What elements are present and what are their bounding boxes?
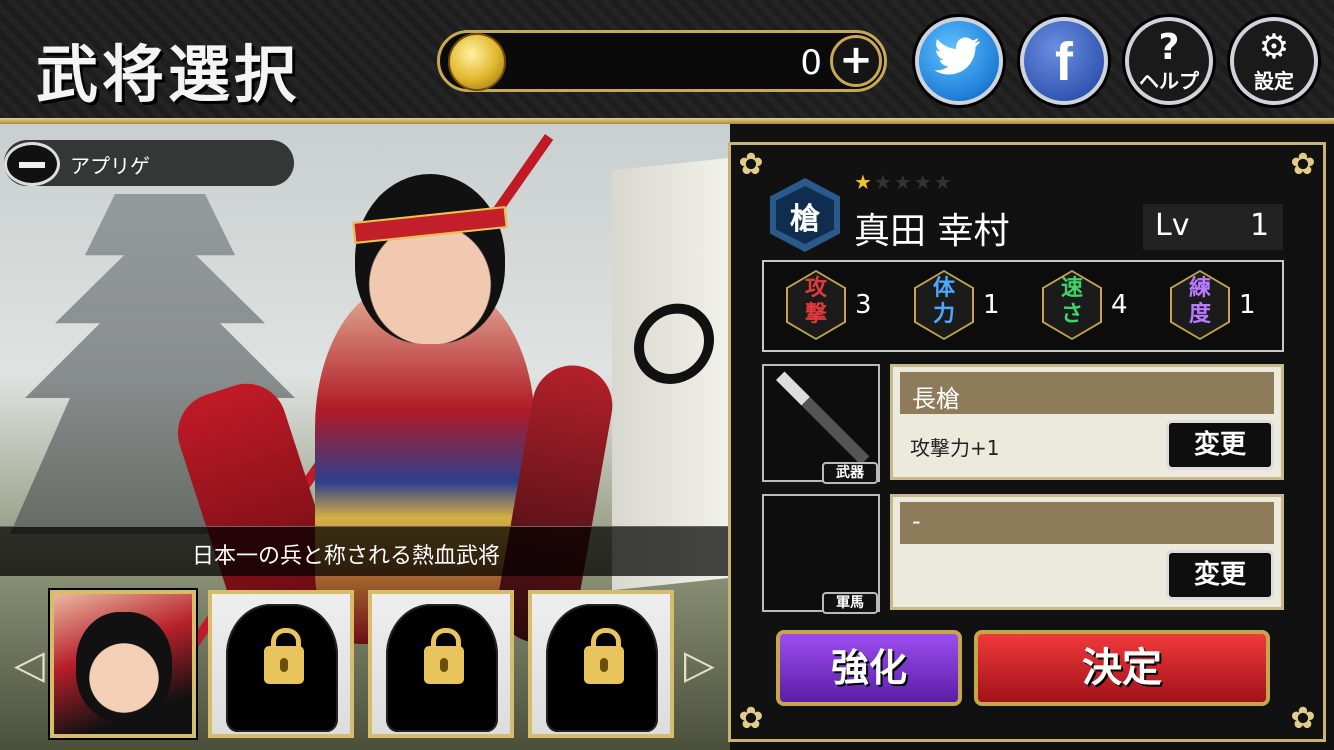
favorite-label: アプリゲ xyxy=(70,154,150,178)
settings-button[interactable]: ⚙ 設定 xyxy=(1230,17,1318,105)
roster-slot-2[interactable] xyxy=(208,590,354,738)
horse-tag: 軍馬 xyxy=(822,592,878,614)
star-empty-icon: ★ xyxy=(913,170,934,194)
general-name: 真田 幸村 xyxy=(854,211,1010,252)
stat-attack-value: 3 xyxy=(855,290,872,320)
star-empty-icon: ★ xyxy=(893,170,914,194)
stat-speed-value: 4 xyxy=(1111,290,1128,320)
level-value: 1 xyxy=(1250,208,1270,243)
star-filled-icon: ★ xyxy=(854,170,874,194)
stat-stamina-label: 体力 xyxy=(932,276,955,327)
coin-balance: 0 + xyxy=(437,30,887,92)
help-button[interactable]: ? ヘルプ xyxy=(1125,17,1213,105)
lock-icon xyxy=(264,628,304,684)
stat-skill-value: 1 xyxy=(1239,290,1256,320)
corner-ornament-icon: ✿ xyxy=(738,147,764,182)
facebook-icon: f xyxy=(1055,32,1073,92)
star-empty-icon: ★ xyxy=(873,170,894,194)
rarity-stars: ★★★★★ xyxy=(854,170,954,194)
roster-slot-4[interactable] xyxy=(528,590,674,738)
horse-name: - xyxy=(912,507,921,535)
character-head xyxy=(355,174,505,344)
level-label: Lv xyxy=(1155,208,1190,243)
prev-arrow-icon[interactable]: ◁ xyxy=(14,642,45,688)
settings-label: 設定 xyxy=(1254,69,1294,93)
gear-icon: ⚙ xyxy=(1258,27,1290,67)
corner-ornament-icon: ✿ xyxy=(738,701,764,736)
lock-icon xyxy=(584,628,624,684)
banner-emblem-icon xyxy=(634,299,714,388)
class-label: 槍 xyxy=(790,202,820,237)
horse-title-bar xyxy=(900,502,1274,544)
minus-button[interactable] xyxy=(4,142,60,186)
corner-ornament-icon: ✿ xyxy=(1290,147,1316,182)
stat-attack-label: 攻撃 xyxy=(804,276,827,327)
facebook-button[interactable]: f xyxy=(1020,17,1108,105)
change-weapon-button[interactable]: 変更 xyxy=(1166,420,1274,470)
twitter-icon xyxy=(919,35,999,90)
add-coins-button[interactable]: + xyxy=(830,35,882,87)
corner-ornament-icon: ✿ xyxy=(1290,701,1316,736)
help-label: ヘルプ xyxy=(1139,69,1199,93)
decide-button[interactable]: 決定 xyxy=(974,630,1270,706)
gold-coin-icon xyxy=(448,33,506,91)
roster-slot-3[interactable] xyxy=(368,590,514,738)
stat-speed-label: 速さ xyxy=(1060,276,1083,327)
question-icon: ? xyxy=(1158,27,1180,68)
next-arrow-icon[interactable]: ▷ xyxy=(684,642,715,688)
enhance-button[interactable]: 強化 xyxy=(776,630,962,706)
stat-skill-label: 練度 xyxy=(1188,276,1211,327)
change-horse-button[interactable]: 変更 xyxy=(1166,550,1274,600)
character-face-icon xyxy=(76,612,172,722)
twitter-button[interactable] xyxy=(915,17,1003,105)
weapon-effect: 攻撃力+1 xyxy=(910,436,1000,460)
roster-slot-1[interactable] xyxy=(50,590,196,738)
character-description: 日本一の兵と称される熱血武将 xyxy=(192,544,501,569)
weapon-name: 長槍 xyxy=(912,385,960,413)
stat-stamina-value: 1 xyxy=(983,290,1000,320)
screen-title: 武将選択 xyxy=(36,38,301,111)
star-empty-icon: ★ xyxy=(933,170,954,194)
weapon-tag: 武器 xyxy=(822,462,878,484)
lock-icon xyxy=(424,628,464,684)
coin-count: 0 xyxy=(800,43,822,83)
